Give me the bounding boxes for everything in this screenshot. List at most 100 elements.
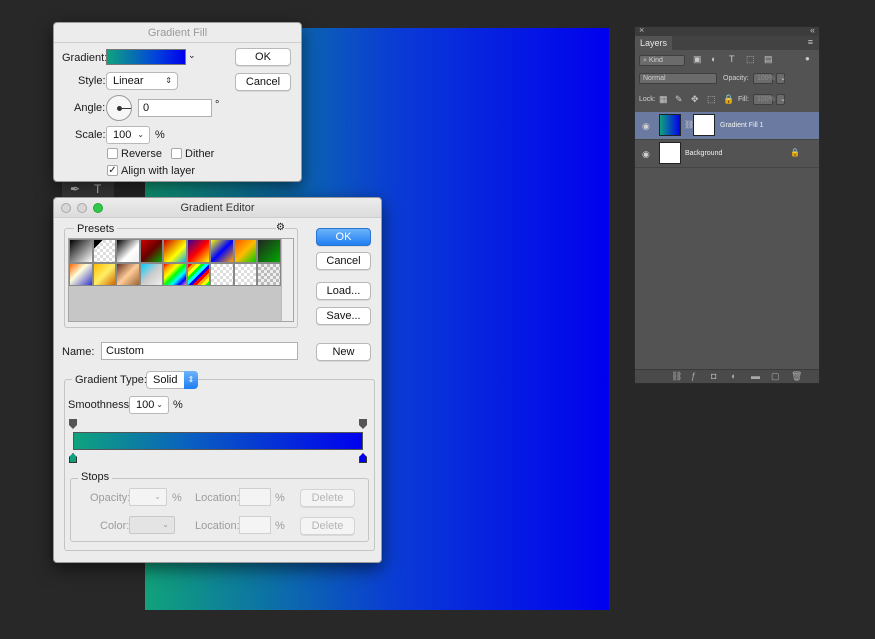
blend-mode-select[interactable]: Normal (639, 73, 717, 84)
new-button[interactable]: New (316, 343, 371, 361)
close-window-icon[interactable] (61, 203, 71, 213)
opacity-unit: % (172, 492, 182, 504)
opacity-input[interactable]: 100% (753, 73, 775, 84)
lock-icon: 🔒 (790, 148, 800, 157)
presets-gear-icon[interactable]: ⚙ (276, 222, 285, 233)
type-tool-icon[interactable]: T (94, 182, 101, 196)
type-filter-icon[interactable]: T (729, 54, 735, 64)
preset-swatch[interactable] (163, 239, 187, 263)
gradient-fill-cancel-button[interactable]: Cancel (235, 73, 291, 91)
name-label: Name: (62, 346, 95, 358)
preset-swatch[interactable] (116, 239, 140, 263)
angle-dial[interactable] (106, 95, 132, 121)
filter-toggle-icon[interactable]: ● (805, 54, 810, 63)
fill-slider-toggle[interactable]: ⌄ (776, 94, 786, 105)
preset-swatch[interactable] (186, 239, 210, 263)
lock-artboard-icon[interactable]: ⬚ (707, 94, 716, 105)
dither-label: Dither (185, 148, 215, 160)
align-checkbox[interactable]: ✓ (107, 165, 118, 176)
opacity-location-label: Location: (195, 492, 240, 504)
preset-swatch[interactable] (116, 262, 140, 286)
kind-filter-value: Kind (648, 57, 663, 64)
lock-transparent-icon[interactable]: ▦ (659, 94, 668, 105)
style-select[interactable]: Linear ⇕ (106, 72, 178, 90)
preset-swatch[interactable] (69, 262, 93, 286)
lock-all-icon[interactable]: 🔒 (723, 94, 734, 105)
preset-swatch[interactable] (139, 239, 163, 263)
new-layer-icon[interactable]: ▢ (771, 371, 780, 382)
scale-select[interactable]: 100 ⌄ (106, 126, 150, 144)
preset-grid (69, 239, 281, 286)
adjustment-layer-icon[interactable]: ◐ (731, 371, 736, 381)
opacity-slider-toggle[interactable]: ⌄ (776, 73, 786, 84)
collapse-panel-icon[interactable]: « (810, 25, 815, 35)
kind-filter-select[interactable]: ⌕ Kind (639, 55, 685, 66)
minimize-window-icon[interactable] (77, 203, 87, 213)
name-input[interactable]: Custom (101, 342, 298, 360)
mask-thumbnail[interactable] (693, 114, 715, 136)
load-button[interactable]: Load... (316, 282, 371, 300)
gradient-type-select[interactable]: Solid ⇕ (146, 371, 198, 389)
angle-input[interactable]: 0 (138, 99, 212, 117)
lock-image-icon[interactable]: ✎ (675, 94, 683, 105)
dither-checkbox[interactable] (171, 148, 182, 159)
gradient-dropdown-icon[interactable]: ⌄ (188, 50, 196, 61)
preset-swatch[interactable] (210, 262, 234, 286)
panel-menu-icon[interactable]: ≡ (808, 37, 813, 47)
lock-position-icon[interactable]: ✥ (691, 94, 699, 105)
pen-tool-icon[interactable]: ✒ (70, 182, 80, 196)
reverse-checkbox[interactable] (107, 148, 118, 159)
gradient-swatch[interactable] (106, 49, 186, 65)
close-panel-icon[interactable]: × (639, 25, 644, 35)
presets-label: Presets (74, 223, 118, 235)
new-group-icon[interactable]: ▬ (751, 371, 760, 381)
preset-swatch[interactable] (139, 262, 163, 286)
color-location-unit: % (275, 520, 285, 532)
smart-object-filter-icon[interactable]: ▤ (764, 54, 773, 65)
preset-swatch[interactable] (92, 239, 116, 263)
opacity-delete-button[interactable]: Delete (300, 489, 355, 507)
layer-row-gradient-fill[interactable]: ◉ ⛓ Gradient Fill 1 (635, 112, 819, 140)
editor-cancel-button[interactable]: Cancel (316, 252, 371, 270)
opacity-select[interactable]: ⌄ (129, 488, 167, 506)
presets-scrollbar[interactable] (281, 239, 293, 321)
color-location-input[interactable] (239, 516, 271, 534)
save-button[interactable]: Save... (316, 307, 371, 325)
smoothness-select[interactable]: 100 ⌄ (129, 396, 169, 414)
background-thumbnail (659, 142, 681, 164)
fill-input[interactable]: 100% (753, 94, 775, 105)
pixel-filter-icon[interactable]: ▣ (693, 54, 702, 65)
preset-swatch[interactable] (257, 239, 281, 263)
color-swatch-select[interactable]: ⌄ (129, 516, 175, 534)
window-controls (61, 203, 103, 213)
preset-swatch[interactable] (257, 262, 281, 286)
angle-unit: ° (215, 99, 220, 111)
preset-swatch[interactable] (233, 239, 257, 263)
visibility-eye-icon[interactable]: ◉ (642, 149, 650, 160)
zoom-window-icon[interactable] (93, 203, 103, 213)
gradient-preview-bar[interactable] (73, 432, 363, 450)
gradient-fill-ok-button[interactable]: OK (235, 48, 291, 66)
preset-swatch[interactable] (69, 239, 93, 263)
fx-icon[interactable]: ƒ (691, 371, 696, 381)
adjustment-filter-icon[interactable]: ◐ (711, 54, 716, 64)
gradient-editor-titlebar[interactable]: Gradient Editor (54, 198, 381, 218)
visibility-eye-icon[interactable]: ◉ (642, 121, 650, 132)
layer-row-background[interactable]: ◉ Background 🔒 (635, 140, 819, 168)
trash-icon[interactable]: 🗑 (791, 371, 802, 382)
link-layers-icon[interactable]: ⛓ (671, 371, 682, 382)
panel-top-bar: × « (635, 25, 819, 36)
color-delete-button[interactable]: Delete (300, 517, 355, 535)
tab-layers[interactable]: Layers (635, 36, 673, 50)
opacity-location-input[interactable] (239, 488, 271, 506)
presets-list[interactable] (68, 238, 294, 322)
add-mask-icon[interactable]: ◘ (711, 371, 716, 381)
preset-swatch[interactable] (163, 262, 187, 286)
editor-ok-button[interactable]: OK (316, 228, 371, 246)
preset-swatch[interactable] (233, 262, 257, 286)
smoothness-value: 100 (136, 399, 155, 411)
preset-swatch[interactable] (186, 262, 210, 286)
preset-swatch[interactable] (210, 239, 234, 263)
shape-filter-icon[interactable]: ⬚ (746, 54, 755, 65)
preset-swatch[interactable] (92, 262, 116, 286)
